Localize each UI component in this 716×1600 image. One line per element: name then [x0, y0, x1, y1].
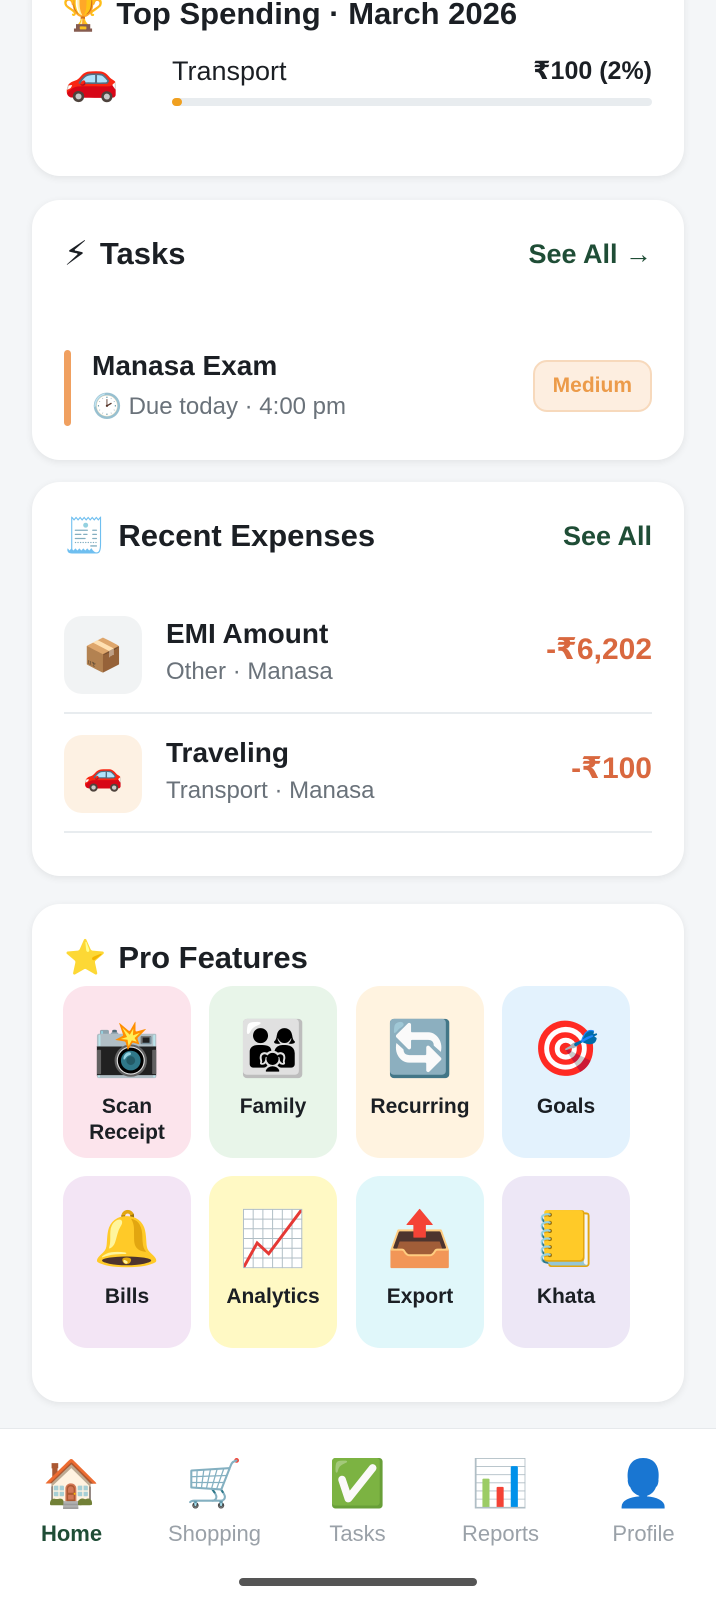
feature-label: Bills — [104, 1285, 150, 1308]
cart-icon: 🛒 — [185, 1456, 244, 1510]
receipt-icon: 🧾 — [64, 516, 107, 556]
feature-label: Goals — [536, 1095, 596, 1118]
pro-features-card: ⭐ Pro Features 📸 Scan Receipt 👨‍👩‍👧 Fami… — [32, 904, 684, 1402]
feature-recurring[interactable]: 🔄 Recurring — [356, 986, 484, 1158]
feature-label: Family — [239, 1095, 307, 1118]
expense-amount: -₹100 — [571, 752, 652, 785]
expense-row[interactable]: 🚗 Traveling Transport · Manasa -₹100 — [64, 713, 652, 833]
top-spending-title: 🏆 Top Spending · March 2026 — [62, 0, 517, 34]
tasks-title: ⚡ Tasks — [64, 234, 185, 274]
expense-title: Traveling — [166, 737, 289, 768]
house-icon: 🏠 — [42, 1456, 101, 1510]
tasks-card: ⚡ Tasks See All → Manasa Exam 🕑 Due toda… — [32, 200, 684, 460]
spending-progress-fill — [172, 98, 182, 106]
nav-label: Tasks — [329, 1521, 386, 1546]
feature-label: Analytics — [226, 1285, 320, 1308]
pro-features-title-text: Pro Features — [118, 940, 308, 975]
feature-khata[interactable]: 📒 Khata — [502, 1176, 630, 1348]
expense-subtitle: Other · Manasa — [166, 658, 333, 685]
spending-item-value: ₹100 (2%) — [533, 57, 652, 85]
nav-tasks[interactable]: ✅ Tasks — [286, 1455, 429, 1547]
nav-label: Shopping — [168, 1521, 261, 1546]
package-icon: 📦 — [64, 616, 142, 694]
nav-label: Reports — [461, 1521, 540, 1546]
target-icon: 🎯 — [532, 1017, 600, 1080]
task-due: 🕑 Due today · 4:00 pm — [92, 392, 346, 421]
star-icon: ⭐ — [64, 938, 107, 978]
task-title: Manasa Exam — [92, 350, 278, 381]
nav-home[interactable]: 🏠 Home — [0, 1455, 143, 1547]
nav-label: Home — [40, 1521, 103, 1546]
priority-badge: Medium — [532, 360, 652, 412]
nav-profile[interactable]: 👤 Profile — [572, 1455, 715, 1547]
spending-item[interactable]: 🚗 Transport ₹100 (2%) — [64, 52, 652, 112]
feature-bills[interactable]: 🔔 Bills — [63, 1176, 191, 1348]
nav-reports[interactable]: 📊 Reports — [429, 1455, 572, 1547]
bell-icon: 🔔 — [93, 1207, 161, 1270]
trophy-icon: 🏆 — [62, 0, 105, 34]
notebook-icon: 📒 — [532, 1207, 600, 1270]
tasks-title-text: Tasks — [99, 236, 186, 271]
spending-item-label: Transport — [172, 56, 287, 86]
feature-analytics[interactable]: 📈 Analytics — [209, 1176, 337, 1348]
expense-row[interactable]: 📦 EMI Amount Other · Manasa -₹6,202 — [64, 594, 652, 714]
top-spending-card: 🏆 Top Spending · March 2026 🚗 Transport … — [32, 0, 684, 176]
feature-scan-receipt[interactable]: 📸 Scan Receipt — [63, 986, 191, 1158]
expense-subtitle: Transport · Manasa — [166, 777, 375, 804]
recent-expenses-card: 🧾 Recent Expenses See All 📦 EMI Amount O… — [32, 482, 684, 876]
car-icon: 🚗 — [64, 53, 119, 104]
pro-features-title: ⭐ Pro Features — [64, 938, 308, 978]
clock-icon: 🕑 — [92, 392, 122, 420]
recent-expenses-title-text: Recent Expenses — [118, 518, 376, 553]
repeat-icon: 🔄 — [386, 1017, 454, 1080]
task-item[interactable]: Manasa Exam 🕑 Due today · 4:00 pm Medium — [64, 350, 652, 426]
nav-shopping[interactable]: 🛒 Shopping — [143, 1455, 286, 1547]
recent-expenses-title: 🧾 Recent Expenses — [64, 516, 375, 556]
top-spending-title-text: Top Spending · March 2026 — [116, 0, 518, 31]
feature-family[interactable]: 👨‍👩‍👧 Family — [209, 986, 337, 1158]
user-icon: 👤 — [614, 1456, 673, 1510]
feature-label: Export — [386, 1285, 454, 1308]
bottom-navigation: 🏠 Home 🛒 Shopping ✅ Tasks 📊 Reports 👤 Pr… — [0, 1428, 716, 1600]
task-due-text: Due today · 4:00 pm — [128, 393, 347, 420]
nav-label: Profile — [612, 1521, 675, 1546]
family-icon: 👨‍👩‍👧 — [239, 1017, 307, 1080]
chart-up-icon: 📈 — [239, 1207, 307, 1270]
feature-label: Scan Receipt — [89, 1095, 165, 1144]
spending-progress-bar — [172, 98, 652, 106]
home-indicator — [239, 1578, 477, 1586]
feature-export[interactable]: 📤 Export — [356, 1176, 484, 1348]
bar-chart-icon: 📊 — [471, 1456, 530, 1510]
feature-goals[interactable]: 🎯 Goals — [502, 986, 630, 1158]
check-box-icon: ✅ — [328, 1456, 387, 1510]
task-accent-bar — [64, 350, 71, 426]
expense-amount: -₹6,202 — [546, 633, 652, 666]
tasks-see-all-link[interactable]: See All → — [528, 239, 652, 270]
camera-flash-icon: 📸 — [93, 1017, 161, 1080]
expense-title: EMI Amount — [166, 618, 329, 649]
lightning-icon: ⚡ — [64, 234, 88, 274]
feature-label: Khata — [536, 1285, 596, 1308]
feature-label: Recurring — [370, 1095, 470, 1118]
outbox-icon: 📤 — [386, 1207, 454, 1270]
car-icon: 🚗 — [64, 735, 142, 813]
expenses-see-all-link[interactable]: See All — [563, 521, 652, 552]
